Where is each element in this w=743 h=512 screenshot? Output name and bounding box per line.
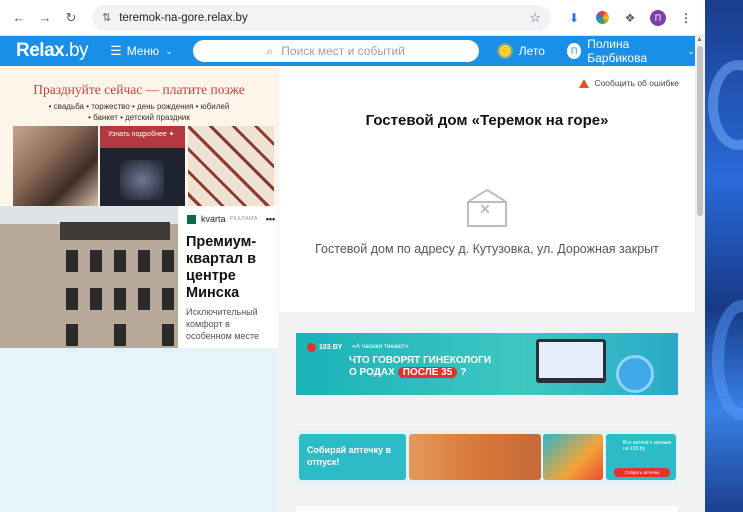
user-avatar: П bbox=[566, 43, 582, 59]
forward-icon[interactable]: → bbox=[34, 7, 56, 29]
ad-label: РЕКЛАМА bbox=[229, 216, 258, 222]
profile-avatar[interactable]: П bbox=[647, 7, 669, 29]
banner-products-image bbox=[543, 434, 603, 480]
place-status-text: Гостевой дом по адресу д. Кутузовка, ул.… bbox=[315, 242, 659, 256]
ad-headline: Празднуйте сейчас — платите позже bbox=[33, 82, 245, 97]
ad-photo-cake bbox=[188, 126, 274, 206]
ad-building-image bbox=[0, 206, 178, 348]
ad-photo-rings bbox=[13, 126, 98, 206]
ad-subtext: • свадьба • торжество • день рождения • … bbox=[48, 102, 230, 122]
ad-brand: kvarta РЕКЛАМА ••• bbox=[187, 214, 275, 224]
search-input[interactable]: ⌕ Поиск мест и событий bbox=[192, 40, 479, 62]
menu-label: Меню bbox=[126, 44, 160, 58]
build-kit-button[interactable]: Собрать аптечку bbox=[614, 468, 670, 477]
sun-icon bbox=[498, 45, 511, 57]
browser-toolbar: ← → ↻ ⇅ teremok-na-gore.relax.by ☆ ⬇ ❖ П… bbox=[0, 0, 705, 36]
ad-description: Исключительный комфорт в особенном месте bbox=[186, 307, 260, 341]
page-scrollbar[interactable]: ▲ bbox=[695, 36, 705, 512]
banner-tag: «А часики тикают» bbox=[352, 343, 409, 350]
site-settings-icon[interactable]: ⇅ bbox=[102, 11, 111, 24]
banner-cta-block: Все аптеки с ценами на 103.by Собрать ап… bbox=[606, 434, 676, 480]
chevron-down-icon: ⌄ bbox=[687, 45, 695, 56]
reload-icon[interactable]: ↻ bbox=[60, 7, 82, 29]
banner-line-2: О РОДАХ ПОСЛЕ 35? bbox=[349, 367, 467, 378]
banner-line-1: ЧТО ГОВОРЯТ ГИНЕКОЛОГИ bbox=[349, 355, 492, 366]
no-image-placeholder-icon: ✕ bbox=[465, 188, 509, 228]
hamburger-icon: ☰ bbox=[110, 43, 122, 58]
bookmark-star-icon[interactable]: ☆ bbox=[529, 10, 541, 26]
extensions-puzzle-icon[interactable]: ❖ bbox=[619, 7, 641, 29]
ad-photo-glasses: Узнать подробнее ✦ bbox=[100, 126, 185, 206]
learn-more-button[interactable]: Узнать подробнее ✦ bbox=[108, 130, 175, 138]
menu-button[interactable]: ☰ Меню ⌄ bbox=[110, 43, 173, 59]
warning-icon bbox=[579, 78, 590, 88]
brand-logo-icon bbox=[187, 214, 196, 224]
laptop-image bbox=[536, 339, 606, 383]
left-ad-column: Празднуйте сейчас — платите позже • свад… bbox=[0, 66, 278, 512]
alarm-clock-image bbox=[616, 355, 654, 393]
user-name: Полина Барбикова bbox=[587, 37, 648, 65]
url-text: teremok-na-gore.relax.by bbox=[119, 11, 248, 24]
report-error-link[interactable]: Сообщить об ошибке bbox=[579, 78, 679, 88]
relax-logo[interactable]: Relax.by bbox=[16, 40, 89, 62]
more-options-icon[interactable]: ••• bbox=[266, 214, 275, 224]
browser-window: ← → ↻ ⇅ teremok-na-gore.relax.by ☆ ⬇ ❖ П… bbox=[0, 0, 705, 512]
search-icon: ⌕ bbox=[266, 43, 274, 58]
search-placeholder: Поиск мест и событий bbox=[281, 44, 405, 58]
site-header: Relax.by ☰ Меню ⌄ ⌕ Поиск мест и событий… bbox=[0, 36, 705, 66]
kvartal-ad[interactable]: kvarta РЕКЛАМА ••• Премиум-квартал в цен… bbox=[0, 206, 278, 348]
banner-text: Собирай аптечку в отпуск! bbox=[299, 434, 406, 480]
banner-pharmacy[interactable]: Собирай аптечку в отпуск! Все аптеки с ц… bbox=[296, 430, 678, 484]
place-panel: Сообщить об ошибке Гостевой дом «Теремок… bbox=[279, 66, 695, 312]
weather-label: Лето bbox=[518, 44, 545, 58]
scroll-up-icon[interactable]: ▲ bbox=[696, 36, 703, 43]
page-content: Празднуйте сейчас — платите позже • свад… bbox=[0, 66, 695, 512]
banner-cosmetics-image bbox=[409, 434, 541, 480]
wedding-ad[interactable]: Празднуйте сейчас — платите позже • свад… bbox=[0, 66, 278, 206]
user-menu[interactable]: П Полина Барбикова ⌄ bbox=[566, 37, 695, 65]
next-card bbox=[296, 506, 678, 512]
browser-menu-icon[interactable]: ⋮ bbox=[675, 7, 697, 29]
color-extension-icon[interactable] bbox=[591, 7, 613, 29]
chevron-down-icon: ⌄ bbox=[165, 45, 173, 56]
scrollbar-thumb[interactable] bbox=[697, 46, 703, 216]
address-bar[interactable]: ⇅ teremok-na-gore.relax.by ☆ bbox=[92, 4, 551, 31]
weather-widget[interactable]: Лето bbox=[498, 44, 545, 58]
page-title: Гостевой дом «Теремок на горе» bbox=[365, 112, 609, 129]
download-icon[interactable]: ⬇ bbox=[563, 7, 585, 29]
back-icon[interactable]: ← bbox=[8, 7, 30, 29]
ad-title: Премиум-квартал в центре Минска bbox=[186, 234, 257, 301]
banner-103-gynecology[interactable]: 103.BY «А часики тикают» ЧТО ГОВОРЯТ ГИН… bbox=[296, 333, 678, 395]
103-logo: 103.BY bbox=[307, 343, 342, 352]
